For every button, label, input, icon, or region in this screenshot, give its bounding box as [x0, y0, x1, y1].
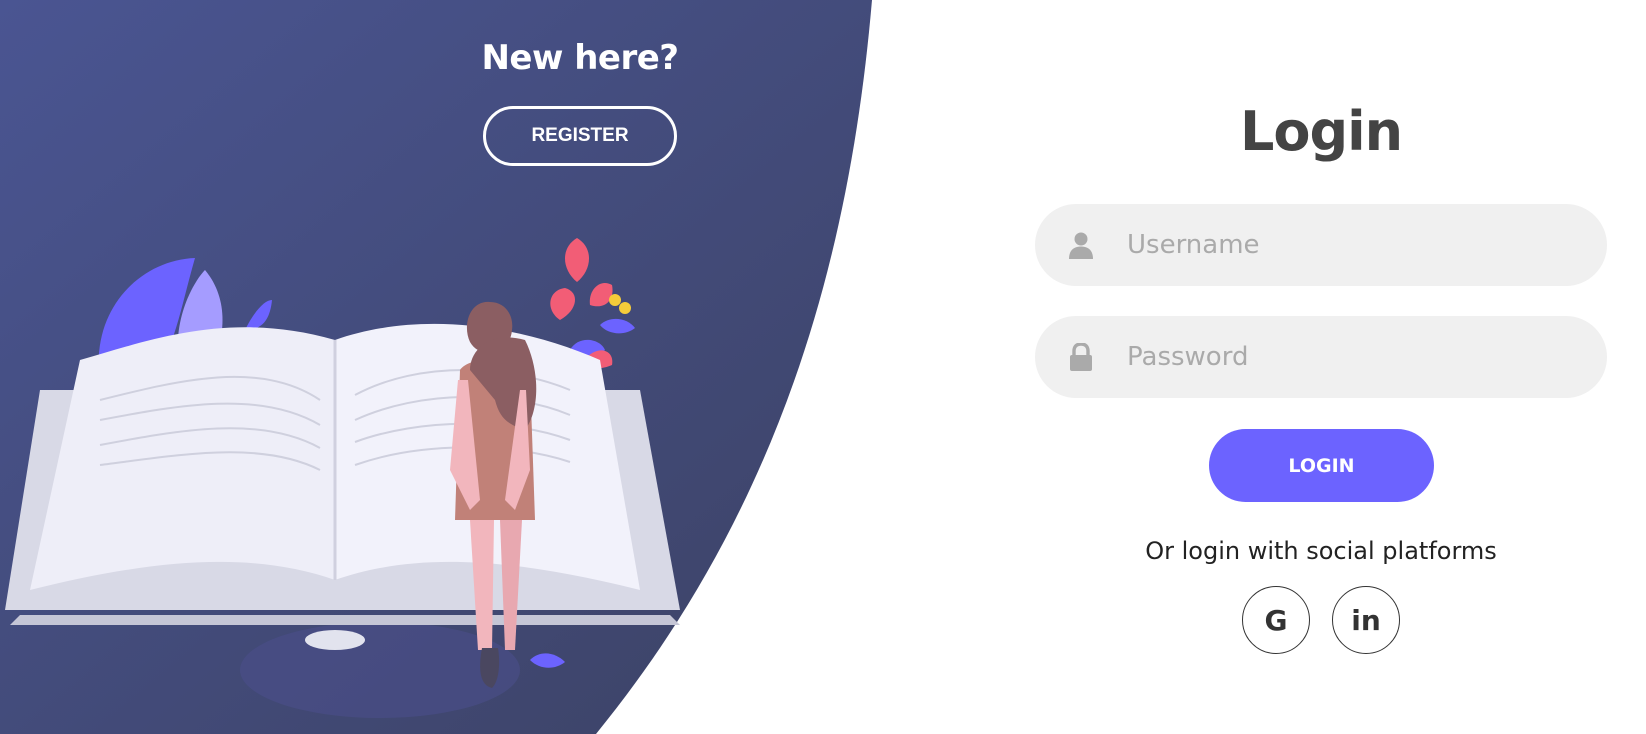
user-icon: [1035, 231, 1127, 259]
register-button[interactable]: REGISTER: [483, 106, 677, 166]
social-login-text: Or login with social platforms: [1145, 537, 1497, 565]
register-prompt: New here? REGISTER: [480, 38, 680, 166]
username-field[interactable]: [1035, 204, 1607, 286]
login-button[interactable]: LOGIN: [1209, 429, 1434, 502]
password-field[interactable]: [1035, 316, 1607, 398]
lock-icon: [1035, 343, 1127, 371]
book-reader-illustration: [5, 238, 680, 718]
social-icons: G in: [1035, 586, 1607, 654]
google-icon[interactable]: G: [1242, 586, 1310, 654]
password-input[interactable]: [1127, 316, 1607, 398]
username-input[interactable]: [1127, 204, 1607, 286]
panel-title: New here?: [481, 38, 679, 78]
linkedin-icon[interactable]: in: [1332, 586, 1400, 654]
login-form: Login LOGIN Or login with social platfor…: [1035, 0, 1607, 734]
login-title: Login: [1239, 100, 1403, 163]
